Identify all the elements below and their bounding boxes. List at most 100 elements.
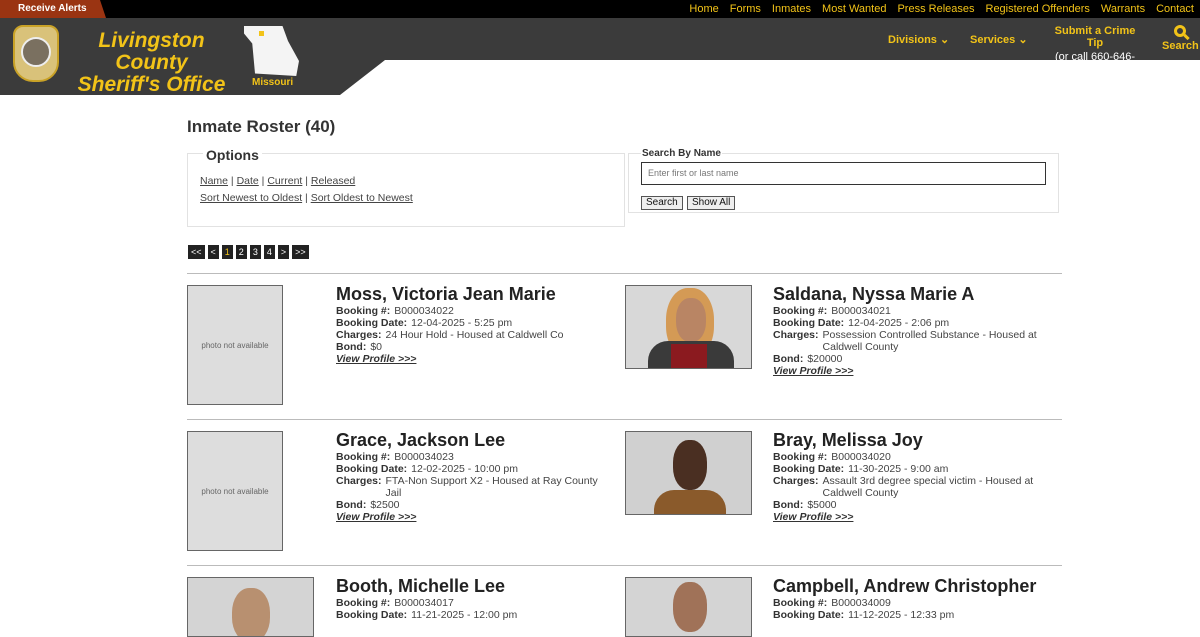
date-label: Booking Date:: [336, 609, 408, 621]
page-prev[interactable]: <: [207, 245, 219, 259]
booking-label: Booking #:: [773, 305, 828, 317]
inmate-photo-placeholder[interactable]: photo not available: [187, 285, 283, 405]
view-profile-link[interactable]: View Profile >>>: [336, 511, 616, 523]
page-2[interactable]: 2: [235, 245, 247, 259]
filter-released[interactable]: Released: [311, 175, 355, 187]
booking-number: B000034022: [394, 305, 454, 317]
no-photo-text: photo not available: [201, 486, 269, 496]
filter-name[interactable]: Name: [200, 175, 228, 187]
inmate-photo[interactable]: [187, 577, 314, 637]
receive-alerts-button[interactable]: Receive Alerts: [0, 0, 106, 18]
site-logo-text[interactable]: Livingston County Sheriff's Office: [64, 30, 239, 96]
nav-forms[interactable]: Forms: [730, 0, 761, 18]
divider: [187, 419, 1062, 420]
search-button[interactable]: Search: [641, 196, 683, 210]
bond-label: Bond:: [336, 341, 367, 353]
inmate-name[interactable]: Bray, Melissa Joy: [773, 430, 1043, 450]
charges: Assault 3rd degree special victim - Hous…: [822, 475, 1034, 499]
booking-label: Booking #:: [336, 597, 391, 609]
bond: $5000: [807, 499, 837, 511]
nav-contact[interactable]: Contact: [1156, 0, 1194, 18]
booking-label: Booking #:: [773, 597, 828, 609]
nav-registered-offenders[interactable]: Registered Offenders: [986, 0, 1090, 18]
inmate-name[interactable]: Saldana, Nyssa Marie A: [773, 284, 1043, 304]
divisions-menu[interactable]: Divisions ⌄: [888, 33, 949, 46]
services-menu[interactable]: Services ⌄: [970, 33, 1028, 46]
crime-tip-link[interactable]: Submit a Crime Tip (or call 660-646-2121): [1045, 25, 1145, 75]
booking-label: Booking #:: [773, 451, 828, 463]
options-title: Options: [203, 147, 262, 163]
search-label: Search By Name: [641, 148, 722, 159]
filter-current[interactable]: Current: [267, 175, 302, 187]
no-photo-text: photo not available: [201, 340, 269, 350]
inmate-photo[interactable]: [625, 431, 752, 515]
sheriff-badge-logo[interactable]: [13, 25, 59, 82]
bond: $0: [370, 341, 383, 353]
charges-label: Charges:: [336, 475, 382, 487]
bond: $2500: [370, 499, 400, 511]
name-search-input[interactable]: Enter first or last name: [641, 162, 1046, 185]
page-4[interactable]: 4: [263, 245, 275, 259]
booking-number: B000034023: [394, 451, 454, 463]
booking-date: 11-30-2025 - 9:00 am: [848, 463, 949, 475]
view-profile-link[interactable]: View Profile >>>: [773, 365, 1043, 377]
inmate-card: Booth, Michelle Lee Booking #: B000034017…: [336, 576, 616, 621]
top-nav: Home Forms Inmates Most Wanted Press Rel…: [689, 0, 1200, 18]
page-first[interactable]: <<: [188, 245, 205, 259]
booking-number: B000034020: [831, 451, 891, 463]
booking-label: Booking #:: [336, 451, 391, 463]
services-label: Services: [970, 34, 1016, 46]
divider: [187, 273, 1062, 274]
filter-date[interactable]: Date: [237, 175, 259, 187]
nav-warrants[interactable]: Warrants: [1101, 0, 1145, 18]
chevron-down-icon: ⌄: [939, 34, 950, 46]
inmate-photo[interactable]: [625, 285, 752, 369]
nav-home[interactable]: Home: [689, 0, 718, 18]
chevron-down-icon: ⌄: [1018, 34, 1028, 46]
sort-links: Sort Newest to Oldest | Sort Oldest to N…: [200, 192, 413, 204]
logo-line-1: Livingston County: [98, 29, 205, 74]
charges: Possession Controlled Substance - Housed…: [822, 329, 1037, 353]
view-profile-link[interactable]: View Profile >>>: [773, 511, 1043, 523]
page-3[interactable]: 3: [249, 245, 261, 259]
charges: 24 Hour Hold - Housed at Caldwell Co: [385, 329, 564, 341]
charges-label: Charges:: [773, 329, 819, 341]
nav-press-releases[interactable]: Press Releases: [897, 0, 974, 18]
page-title: Inmate Roster (40): [187, 117, 336, 136]
booking-label: Booking #:: [336, 305, 391, 317]
inmate-card: Saldana, Nyssa Marie A Booking #: B000034…: [773, 284, 1043, 377]
logo-line-2: Sheriff's Office: [77, 73, 226, 96]
date-label: Booking Date:: [773, 317, 845, 329]
inmate-name[interactable]: Campbell, Andrew Christopher: [773, 576, 1053, 596]
inmate-name[interactable]: Grace, Jackson Lee: [336, 430, 616, 450]
inmate-photo-placeholder[interactable]: photo not available: [187, 431, 283, 551]
inmate-photo[interactable]: [625, 577, 752, 637]
view-profile-link[interactable]: View Profile >>>: [336, 353, 606, 365]
show-all-button[interactable]: Show All: [687, 196, 736, 210]
nav-most-wanted[interactable]: Most Wanted: [822, 0, 886, 18]
bond-label: Bond:: [773, 499, 804, 511]
sort-oldest[interactable]: Sort Oldest to Newest: [311, 192, 413, 204]
booking-date: 11-12-2025 - 12:33 pm: [848, 609, 955, 621]
nav-inmates[interactable]: Inmates: [772, 0, 811, 18]
booking-number: B000034009: [831, 597, 891, 609]
page-last[interactable]: >>: [292, 245, 309, 259]
date-label: Booking Date:: [773, 609, 845, 621]
sort-newest[interactable]: Sort Newest to Oldest: [200, 192, 302, 204]
booking-date: 12-04-2025 - 5:25 pm: [411, 317, 513, 329]
state-label: Missouri: [252, 77, 294, 88]
booking-date: 12-02-2025 - 10:00 pm: [411, 463, 518, 475]
bond-label: Bond:: [336, 499, 367, 511]
inmate-name[interactable]: Moss, Victoria Jean Marie: [336, 284, 606, 304]
page-1[interactable]: 1: [221, 245, 233, 259]
county-marker-icon: [259, 31, 264, 36]
header-search-button[interactable]: Search: [1162, 25, 1199, 52]
booking-date: 12-04-2025 - 2:06 pm: [848, 317, 950, 329]
bond-label: Bond:: [773, 353, 804, 365]
charges-label: Charges:: [773, 475, 819, 487]
date-label: Booking Date:: [336, 463, 408, 475]
page-next[interactable]: >: [277, 245, 290, 259]
booking-number: B000034017: [394, 597, 454, 609]
search-icon: [1174, 25, 1187, 37]
inmate-name[interactable]: Booth, Michelle Lee: [336, 576, 616, 596]
